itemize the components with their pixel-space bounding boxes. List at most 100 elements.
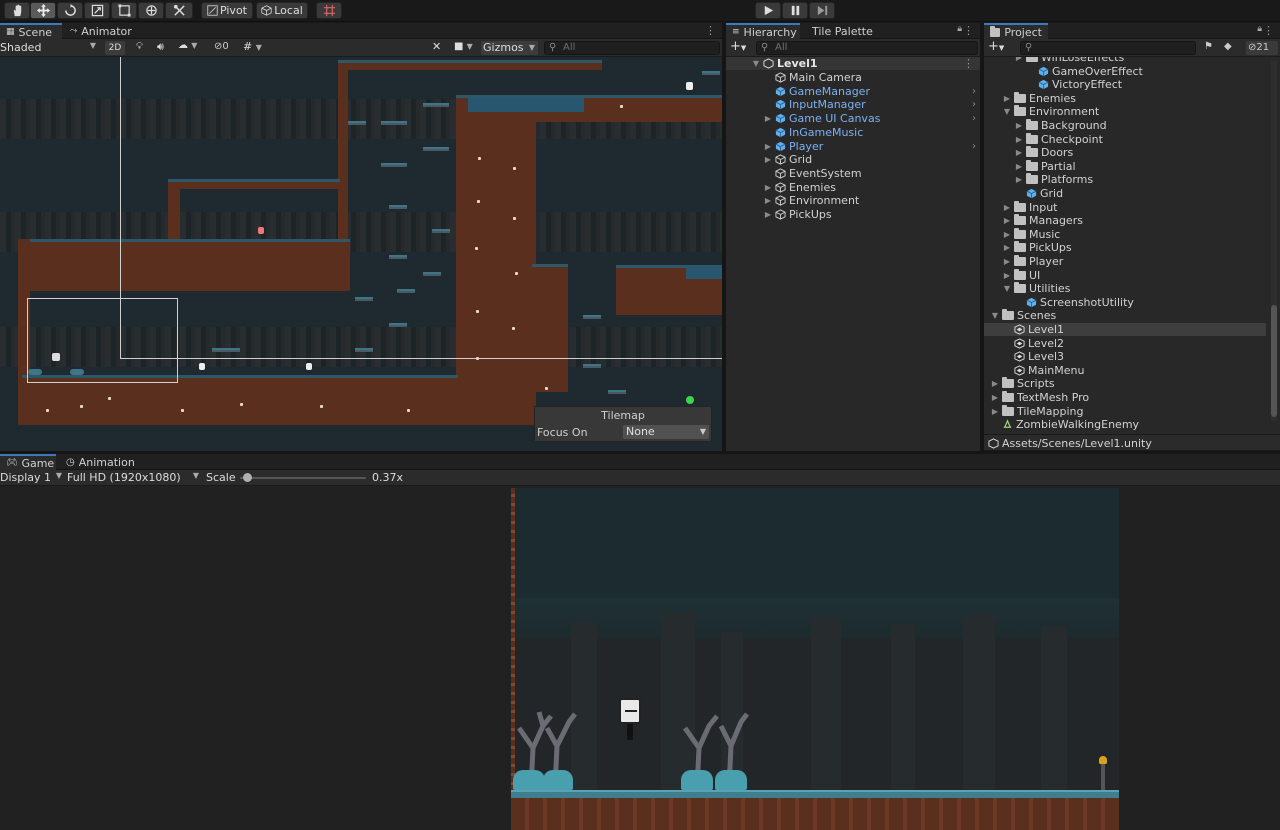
- expand-arrow-icon[interactable]: ▶: [991, 405, 999, 418]
- expand-arrow-icon[interactable]: ▶: [1003, 269, 1011, 282]
- expand-arrow-icon[interactable]: ▶: [1003, 92, 1011, 105]
- project-item[interactable]: ▶ UI: [984, 268, 1266, 282]
- resolution-dropdown[interactable]: Full HD (1920x1080) ▼: [67, 471, 199, 484]
- hierarchy-item[interactable]: InputManager ›: [726, 98, 980, 111]
- create-button[interactable]: +▼: [730, 39, 746, 54]
- project-item[interactable]: ScreenshotUtility: [984, 296, 1266, 309]
- effects-dropdown[interactable]: ☁ ▼: [178, 40, 210, 51]
- project-item[interactable]: ▼ Environment: [984, 105, 1266, 118]
- chevron-right-icon[interactable]: ›: [972, 112, 976, 125]
- expand-arrow-icon[interactable]: ▶: [764, 153, 772, 166]
- hierarchy-item[interactable]: ▶ Player ›: [726, 140, 980, 153]
- lock-icon[interactable]: 🔒︎: [957, 24, 962, 34]
- project-item[interactable]: Level3: [984, 350, 1266, 363]
- scene-menu-icon[interactable]: ⋮: [963, 57, 974, 70]
- tab-animation[interactable]: ◷ Animation: [60, 454, 140, 470]
- hierarchy-item[interactable]: ▶ Grid: [726, 153, 980, 166]
- scale-slider-thumb[interactable]: [242, 473, 252, 482]
- camera-frustum-rect[interactable]: [27, 298, 178, 383]
- filter-by-type-icon[interactable]: ⚑: [1204, 41, 1213, 52]
- camera-dropdown[interactable]: ■ ▼: [454, 41, 480, 52]
- project-item[interactable]: ▶ WinLoseEffects: [984, 57, 1266, 64]
- expand-arrow-icon[interactable]: ▼: [991, 309, 999, 322]
- expand-arrow-icon[interactable]: ▶: [1003, 228, 1011, 241]
- transform-tool-button[interactable]: [138, 2, 164, 19]
- pivot-toggle[interactable]: Pivot: [201, 2, 253, 19]
- project-item[interactable]: Level1: [984, 323, 1266, 336]
- tools-icon[interactable]: ✕: [432, 40, 441, 53]
- scene-view[interactable]: Tilemap Focus On None ▼: [0, 57, 722, 451]
- shading-mode-dropdown[interactable]: Shaded ▼: [0, 41, 96, 55]
- expand-arrow-icon[interactable]: ▶: [1003, 214, 1011, 227]
- scene-visibility-toggle[interactable]: ⊘0: [214, 41, 229, 52]
- chevron-right-icon[interactable]: ›: [972, 85, 976, 98]
- expand-arrow-icon[interactable]: ▼: [1003, 282, 1011, 295]
- hierarchy-item[interactable]: InGameMusic: [726, 126, 980, 139]
- expand-arrow-icon[interactable]: ▶: [991, 377, 999, 390]
- expand-arrow-icon[interactable]: ▶: [764, 140, 772, 153]
- tab-scene[interactable]: ▦ Scene: [0, 23, 62, 39]
- expand-arrow-icon[interactable]: ▶: [1003, 241, 1011, 254]
- project-item[interactable]: ▶ Platforms: [984, 173, 1266, 186]
- expand-arrow-icon[interactable]: ▶: [1015, 119, 1023, 132]
- local-toggle[interactable]: Local: [256, 2, 308, 19]
- project-item[interactable]: ▶ Input: [984, 200, 1266, 214]
- custom-tool-button[interactable]: [165, 2, 193, 19]
- expand-arrow-icon[interactable]: ▶: [764, 112, 772, 125]
- expand-arrow-icon[interactable]: ▶: [1015, 57, 1023, 64]
- project-item[interactable]: ▶ PickUps: [984, 241, 1266, 254]
- game-view[interactable]: [511, 488, 1119, 830]
- project-item[interactable]: ▶ Background: [984, 119, 1266, 132]
- expand-arrow-icon[interactable]: ▶: [1015, 146, 1023, 159]
- audio-icon[interactable]: 🔊︎: [157, 40, 164, 54]
- project-menu-icon[interactable]: ⋮: [1263, 24, 1274, 37]
- project-search-input[interactable]: ⚲: [1020, 41, 1196, 55]
- project-item[interactable]: Level2: [984, 337, 1266, 350]
- filter-by-label-icon[interactable]: ◆: [1224, 41, 1232, 52]
- expand-arrow-icon[interactable]: ▶: [991, 391, 999, 404]
- chevron-right-icon[interactable]: ›: [972, 98, 976, 111]
- chevron-right-icon[interactable]: ›: [972, 140, 976, 153]
- expand-arrow-icon[interactable]: ▶: [1015, 160, 1023, 173]
- grid-snap-button[interactable]: [316, 2, 342, 19]
- hierarchy-item[interactable]: ▶ Game UI Canvas ›: [726, 112, 980, 125]
- play-button[interactable]: [755, 2, 781, 19]
- focus-on-dropdown[interactable]: None ▼: [623, 425, 709, 439]
- tab-tile-palette[interactable]: Tile Palette: [806, 23, 880, 39]
- project-item[interactable]: ▶ Music: [984, 227, 1266, 241]
- move-tool-button[interactable]: [30, 2, 56, 19]
- project-item[interactable]: ▶ TextMesh Pro: [984, 391, 1266, 404]
- expand-arrow-icon[interactable]: ▶: [1015, 133, 1023, 146]
- create-asset-button[interactable]: +▼: [988, 39, 1004, 54]
- scale-tool-button[interactable]: [84, 2, 110, 19]
- hierarchy-item[interactable]: Main Camera: [726, 71, 980, 84]
- pause-button[interactable]: [782, 2, 808, 19]
- expand-arrow-icon[interactable]: ▼: [1003, 105, 1011, 118]
- expand-arrow-icon[interactable]: ▶: [764, 208, 772, 221]
- rotate-tool-button[interactable]: [57, 2, 83, 19]
- tab-animator[interactable]: ⤳ Animator: [64, 23, 134, 39]
- scene-header-row[interactable]: ▼ Level1 ⋮: [726, 57, 980, 70]
- project-item[interactable]: ▶ TileMapping: [984, 404, 1266, 418]
- scrollbar-thumb[interactable]: [1271, 305, 1277, 417]
- scale-slider-track[interactable]: [240, 473, 366, 482]
- hierarchy-search-input[interactable]: ⚲ All: [756, 41, 978, 55]
- hierarchy-menu-icon[interactable]: ⋮: [963, 24, 974, 37]
- project-item[interactable]: ▶ Partial: [984, 159, 1266, 173]
- project-item[interactable]: ▶ Player: [984, 255, 1266, 268]
- lock-icon[interactable]: 🔒︎: [1257, 24, 1262, 34]
- expand-arrow-icon[interactable]: ▶: [1015, 173, 1023, 186]
- project-item[interactable]: ZombieWalkingEnemy: [984, 418, 1266, 431]
- scene-menu-icon[interactable]: ⋮: [705, 24, 716, 37]
- tab-hierarchy[interactable]: ≡ Hierarchy: [726, 23, 800, 39]
- hierarchy-item[interactable]: GameManager ›: [726, 85, 980, 98]
- 2d-toggle-button[interactable]: 2D: [105, 41, 125, 55]
- hierarchy-item[interactable]: ▶ Enemies: [726, 181, 980, 194]
- project-item[interactable]: Grid: [984, 187, 1266, 200]
- project-item[interactable]: ▼ Utilities: [984, 282, 1266, 295]
- hierarchy-item[interactable]: ▶ Environment: [726, 194, 980, 207]
- expand-arrow-icon[interactable]: ▶: [764, 194, 772, 207]
- project-scrollbar[interactable]: [1271, 61, 1277, 421]
- hand-tool-button[interactable]: [4, 2, 30, 19]
- hierarchy-item[interactable]: EventSystem: [726, 167, 980, 180]
